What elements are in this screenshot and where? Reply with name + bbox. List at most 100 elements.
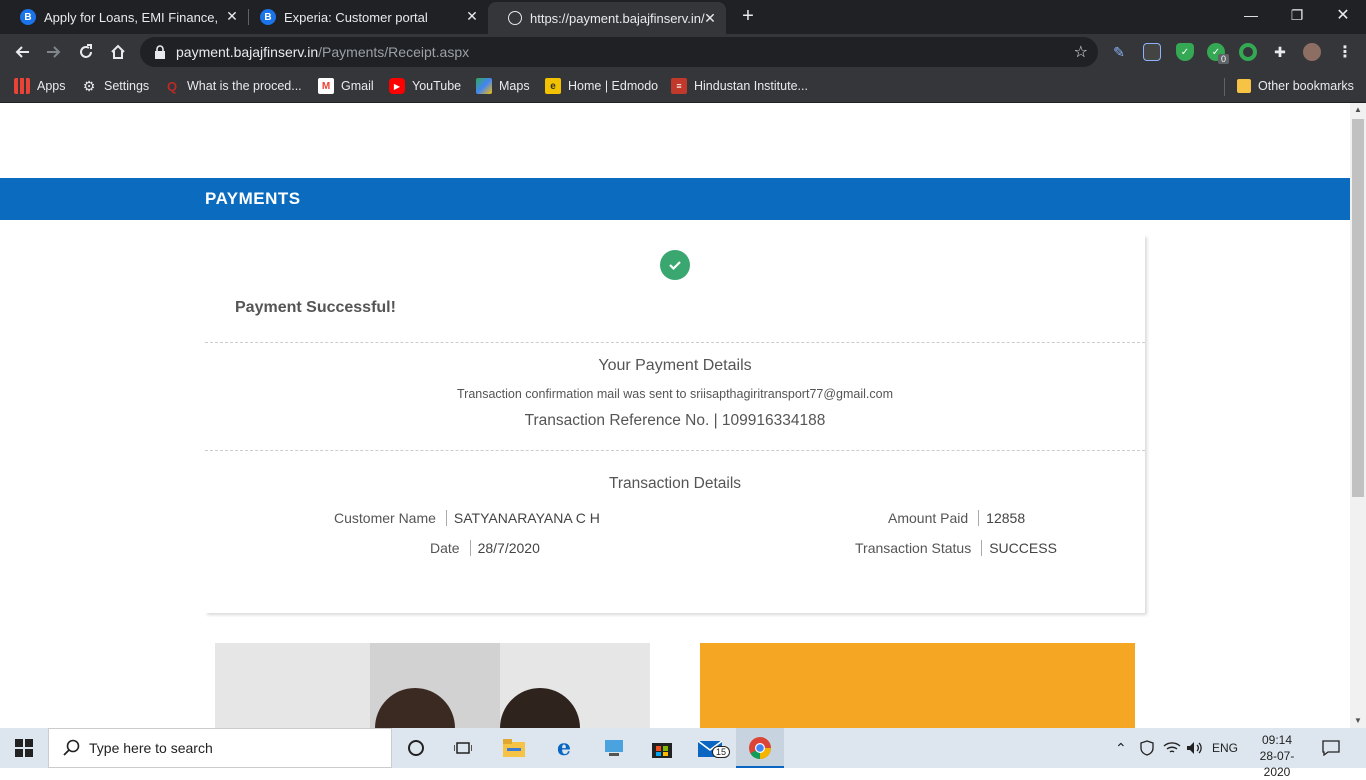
bookmark-star-icon[interactable]: ☆ [1074, 42, 1088, 62]
edmodo-icon: e [545, 78, 561, 94]
new-tab-button[interactable]: + [738, 6, 758, 26]
back-arrow-icon [15, 46, 29, 58]
bookmark-label: Maps [499, 79, 530, 93]
bookmark-label: Apps [37, 79, 66, 93]
address-bar[interactable]: payment.bajajfinserv.in/Payments/Receipt… [140, 37, 1098, 67]
close-icon[interactable]: ✕ [224, 8, 240, 24]
page-scrollbar[interactable]: ▲ ▼ [1350, 103, 1366, 728]
chrome-icon [749, 737, 771, 759]
youtube-icon: ▶ [389, 78, 405, 94]
tab-experia[interactable]: B Experia: Customer portal ✕ [240, 0, 488, 34]
home-button[interactable] [104, 38, 132, 66]
bookmarks-separator [1224, 78, 1225, 96]
close-icon[interactable]: ✕ [464, 8, 480, 24]
amount-row: Amount Paid 12858 [888, 510, 1025, 526]
bookmark-apps[interactable]: Apps [14, 76, 66, 96]
forward-arrow-icon [47, 46, 61, 58]
url-text: payment.bajajfinserv.in/Payments/Receipt… [176, 44, 469, 60]
reload-icon [80, 44, 92, 58]
scroll-down-icon[interactable]: ▼ [1350, 714, 1366, 728]
url-path: /Payments/Receipt.aspx [318, 44, 470, 60]
transaction-details-heading: Transaction Details [608, 475, 742, 492]
confirmation-mail-note: Transaction confirmation mail was sent t… [456, 387, 893, 401]
amount-label: Amount Paid [888, 510, 980, 526]
forward-button[interactable] [40, 38, 68, 66]
bookmark-hindustan[interactable]: ≡ Hindustan Institute... [671, 76, 808, 96]
divider [205, 450, 1145, 451]
security-tray-icon[interactable] [1139, 728, 1155, 768]
date-label: Date [430, 540, 471, 556]
tab-title: Experia: Customer portal [284, 9, 428, 25]
windows-logo-icon [15, 739, 33, 757]
profile-avatar-icon[interactable] [1303, 43, 1321, 61]
volume-icon[interactable] [1186, 728, 1204, 768]
minimize-button[interactable]: — [1228, 0, 1274, 30]
customer-name-row: Customer Name SATYANARAYANA C H [334, 510, 600, 526]
start-button[interactable] [0, 728, 48, 768]
apps-grid-icon [14, 78, 30, 94]
close-window-button[interactable]: ✕ [1320, 0, 1366, 30]
show-hidden-icons[interactable]: ⌃ [1115, 728, 1127, 768]
mail-icon[interactable]: 15 [698, 736, 731, 760]
customer-name-value: SATYANARAYANA C H [453, 510, 600, 526]
language-indicator[interactable]: ENG [1212, 728, 1238, 768]
task-view-icon[interactable] [451, 736, 475, 760]
home-icon [111, 44, 125, 59]
amount-value: 12858 [986, 510, 1026, 526]
search-placeholder: Type here to search [89, 740, 213, 756]
scroll-up-icon[interactable]: ▲ [1350, 103, 1366, 117]
bookmark-edmodo[interactable]: e Home | Edmodo [545, 76, 658, 96]
gear-icon: ⚙ [82, 77, 96, 94]
scroll-thumb[interactable] [1352, 119, 1364, 497]
tab-strip: B Apply for Loans, EMI Finance, Cre ✕ B … [0, 0, 1366, 34]
tab-apply-loans[interactable]: B Apply for Loans, EMI Finance, Cre ✕ [0, 0, 248, 34]
bookmark-other[interactable]: Other bookmarks [1237, 76, 1354, 96]
chrome-taskbar-button[interactable] [736, 728, 784, 768]
screenshot-extension-icon[interactable] [1143, 43, 1161, 61]
browser-toolbar: payment.bajajfinserv.in/Payments/Receipt… [0, 34, 1366, 70]
shield-extension-icon[interactable]: ✓ [1176, 43, 1194, 61]
wifi-icon[interactable] [1163, 728, 1181, 768]
status-value: SUCCESS [989, 540, 1057, 556]
circle-extension-icon[interactable] [1239, 43, 1257, 61]
taskbar-search-box[interactable]: Type here to search [48, 728, 392, 768]
store-icon[interactable] [650, 736, 674, 760]
bookmark-label: Hindustan Institute... [694, 79, 808, 93]
close-icon[interactable]: ✕ [702, 10, 718, 26]
bajaj-icon: B [260, 9, 276, 25]
bookmark-label: Settings [104, 79, 150, 93]
folder-icon [1237, 79, 1251, 93]
edge-browser-icon[interactable]: e [552, 735, 576, 761]
bookmark-label: YouTube [412, 79, 462, 93]
divider [205, 342, 1145, 343]
puzzle-extensions-icon[interactable]: ✚ [1271, 43, 1289, 61]
tab-title: Apply for Loans, EMI Finance, Cre [44, 9, 219, 25]
system-clock[interactable]: 09:14 28-07-2020 [1248, 732, 1306, 780]
tab-payment-receipt[interactable]: https://payment.bajajfinserv.in/P ✕ [488, 2, 726, 34]
reload-button[interactable] [72, 38, 100, 66]
file-explorer-icon[interactable] [502, 736, 526, 760]
promo-image-orange[interactable] [700, 643, 1135, 728]
status-label: Transaction Status [855, 540, 983, 556]
windows-taskbar: Type here to search e 15 ⌃ ENG 09:14 28-… [0, 728, 1366, 779]
bookmark-maps[interactable]: Maps [476, 76, 530, 96]
this-pc-icon[interactable] [602, 736, 626, 760]
restore-button[interactable]: ❐ [1274, 0, 1320, 30]
menu-dots-icon[interactable]: ⋮ [1336, 43, 1354, 61]
clock-date: 28-07-2020 [1259, 749, 1295, 779]
notifications-icon[interactable] [1322, 728, 1340, 768]
back-button[interactable] [8, 38, 36, 66]
bookmark-label: Home | Edmodo [568, 79, 659, 93]
bookmark-quora[interactable]: Q What is the proced... [164, 76, 302, 96]
payments-banner: PAYMENTS [0, 178, 1350, 220]
bajaj-icon: B [20, 9, 36, 25]
banner-title: PAYMENTS [205, 189, 301, 208]
cortana-icon[interactable] [404, 736, 428, 760]
quora-icon: Q [166, 78, 178, 94]
customer-name-label: Customer Name [334, 510, 447, 526]
pen-extension-icon[interactable]: ✎ [1110, 43, 1128, 61]
bookmark-settings[interactable]: ⚙ Settings [81, 76, 149, 96]
bookmark-gmail[interactable]: M Gmail [318, 76, 374, 96]
bookmark-youtube[interactable]: ▶ YouTube [389, 76, 461, 96]
promo-image-people[interactable] [215, 643, 650, 728]
